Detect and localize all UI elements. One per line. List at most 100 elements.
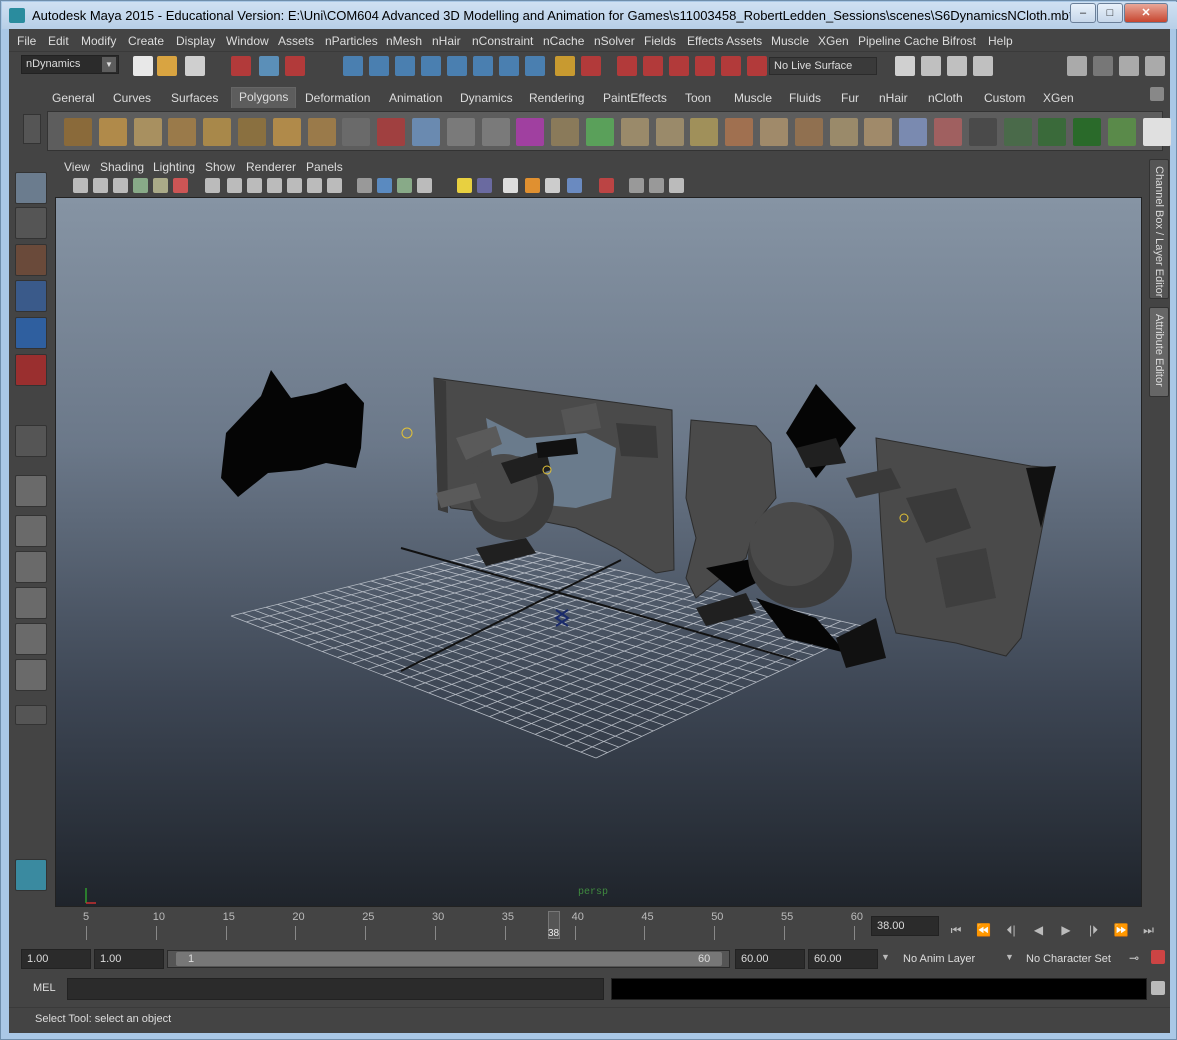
menu-nmesh[interactable]: nMesh [386,34,422,48]
perspective-viewport[interactable]: persp [55,197,1142,907]
planar-mapping-icon[interactable] [968,118,997,146]
smooth-icon[interactable] [481,118,510,146]
menu-help[interactable]: Help [988,34,1013,48]
menu-bifrost[interactable]: Bifrost [942,34,976,48]
append-polygon-icon[interactable] [690,118,719,146]
menu-file[interactable]: File [17,34,36,48]
menu-edit[interactable]: Edit [48,34,69,48]
safe-title-icon[interactable] [327,178,342,193]
tab-dynamics[interactable]: Dynamics [453,89,520,108]
channel-box-tab[interactable]: Channel Box / Layer Editor [1149,159,1169,299]
mirror-geometry-icon[interactable] [551,118,580,146]
tab-fur[interactable]: Fur [834,89,866,108]
current-frame-marker[interactable]: 38 [548,911,560,939]
extrude-icon[interactable] [620,118,649,146]
persp-graph-outliner-layout-icon[interactable] [15,659,47,691]
menu-window[interactable]: Window [226,34,269,48]
snap-view-plane-icon[interactable] [421,56,441,76]
tab-rendering[interactable]: Rendering [522,89,592,108]
tab-general[interactable]: General [45,89,102,108]
xray-joints-icon[interactable] [649,178,664,193]
sculpt-geometry-icon[interactable] [934,118,962,146]
play-forwards-icon[interactable]: ▶ [1057,922,1075,938]
step-forward-frame-icon[interactable]: |⏵ [1085,922,1103,938]
snap-curve-icon[interactable] [369,56,389,76]
play-backwards-icon[interactable]: ◀ [1030,922,1048,938]
anim-layer-dropdown[interactable]: No Anim Layer [897,949,1001,969]
grid-toggle-icon[interactable] [205,178,220,193]
range-slider-bar[interactable] [176,952,722,966]
command-input[interactable] [67,978,604,1000]
menu-nhair[interactable]: nHair [432,34,461,48]
snap-point-icon[interactable] [395,56,415,76]
range-slider[interactable]: 1 60 [167,950,730,968]
2d-pan-zoom-icon[interactable] [153,178,168,193]
snap-grid-icon[interactable] [343,56,363,76]
step-forward-key-icon[interactable]: ⏩ [1112,922,1130,938]
new-scene-icon[interactable] [133,56,153,76]
bookmarks-icon[interactable] [113,178,128,193]
single-perspective-layout-icon[interactable] [15,475,47,507]
shelf-menu-button[interactable] [23,114,41,144]
panel-menu-panels[interactable]: Panels [306,160,343,174]
grease-pencil-icon[interactable] [173,178,188,193]
playback-end-field[interactable]: 60.00 [735,949,805,969]
live-surface-field[interactable]: No Live Surface [769,57,877,75]
open-scene-icon[interactable] [157,56,177,76]
save-scene-icon[interactable] [185,56,205,76]
menu-nparticles[interactable]: nParticles [325,34,378,48]
step-back-frame-icon[interactable]: ⏴| [1002,922,1020,938]
menu-fields[interactable]: Fields [644,34,676,48]
tab-polygons[interactable]: Polygons [231,87,297,108]
tab-xgen[interactable]: XGen [1036,89,1081,108]
paint-select-tool-icon[interactable] [15,244,47,276]
tab-surfaces[interactable]: Surfaces [164,89,226,108]
panel-menu-shading[interactable]: Shading [100,160,144,174]
menu-effects-assets[interactable]: Effects Assets [687,34,762,48]
smooth-proxy-icon[interactable] [516,118,545,146]
scale-tool-icon[interactable] [15,354,47,386]
maximize-button[interactable]: □ [1097,3,1123,23]
close-button[interactable]: ✕ [1124,3,1168,23]
menu-assets[interactable]: Assets [278,34,314,48]
split-polygon-icon[interactable] [760,118,788,146]
attribute-editor-tab[interactable]: Attribute Editor [1149,307,1169,397]
step-back-key-icon[interactable]: ⏪ [975,922,993,938]
multisample-aa-icon[interactable] [545,178,560,193]
tab-muscle[interactable]: Muscle [727,89,780,108]
select-by-name-icon[interactable] [581,56,601,76]
history-icon[interactable] [499,56,519,76]
preferences-icon[interactable] [1151,950,1165,964]
resolution-gate-icon[interactable] [247,178,262,193]
image-plane-icon[interactable] [133,178,148,193]
menu-nconstraint[interactable]: nConstraint [472,34,533,48]
bridge-icon[interactable] [655,118,684,146]
hypershade-layout-icon[interactable] [15,623,47,655]
move-tool-icon[interactable] [15,280,47,312]
lock-icon[interactable] [555,56,575,76]
smooth-shade-icon[interactable] [377,178,392,193]
automatic-mapping-icon[interactable] [1073,118,1102,146]
select-hierarchy-icon[interactable] [231,56,251,76]
gate-mask-icon[interactable] [267,178,282,193]
auto-key-icon[interactable]: ⊸ [1129,951,1139,965]
chevron-down-icon[interactable]: ▼ [1005,952,1014,962]
poly-pipe-icon[interactable] [307,118,336,146]
render-settings-icon[interactable] [973,56,993,76]
checker-map-icon[interactable] [1142,118,1171,146]
menu-muscle[interactable]: Muscle [771,34,809,48]
cylindrical-mapping-icon[interactable] [1003,118,1032,146]
textured-icon[interactable] [417,178,432,193]
tab-ncloth[interactable]: nCloth [921,89,970,108]
tab-custom[interactable]: Custom [977,89,1033,108]
use-all-lights-icon[interactable] [457,178,472,193]
menu-ncache[interactable]: nCache [543,34,584,48]
xray-components-icon[interactable] [669,178,684,193]
menu-xgen[interactable]: XGen [818,34,849,48]
tab-fluids[interactable]: Fluids [782,89,829,108]
script-editor-icon[interactable] [1151,981,1165,995]
help-query-icon[interactable] [525,56,545,76]
wireframe-on-shaded-icon[interactable] [397,178,412,193]
chevron-down-icon[interactable]: ▼ [881,952,890,962]
spherical-mapping-icon[interactable] [1038,118,1067,146]
